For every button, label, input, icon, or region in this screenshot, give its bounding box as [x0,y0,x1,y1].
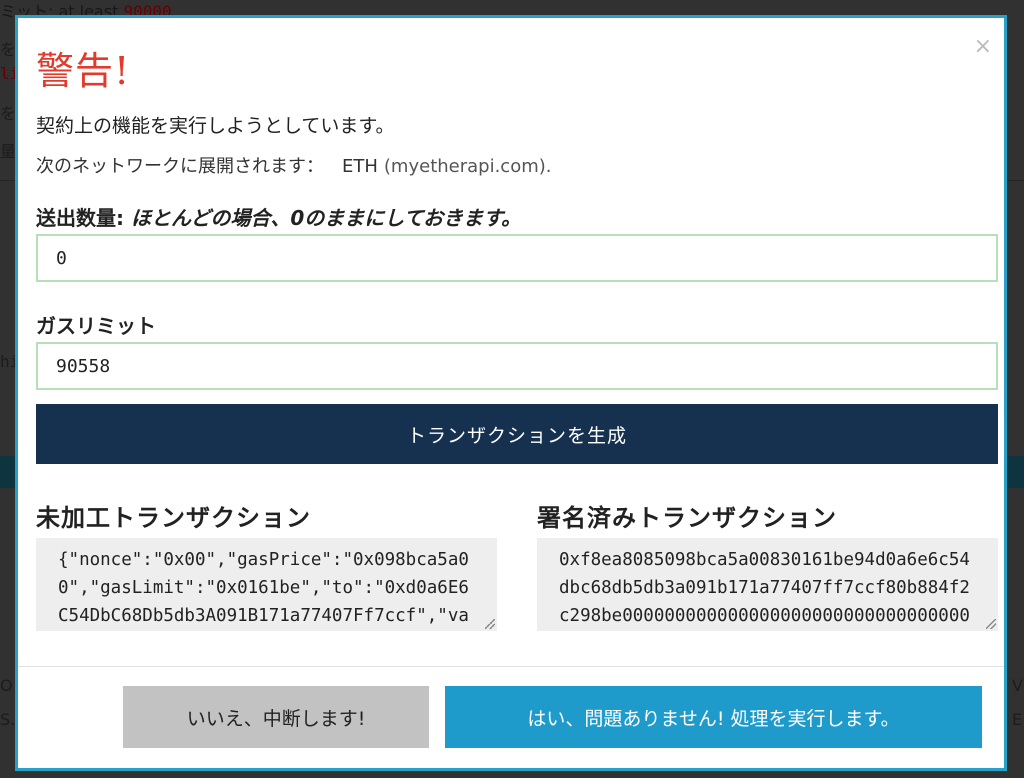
cancel-button[interactable]: いいえ、中断します! [123,686,429,748]
network-host: (myetherapi.com). [383,156,552,177]
signed-transaction-text: 0xf8ea8085098bca5a00830161be94d0a6e6c54d… [559,550,970,626]
close-icon[interactable]: × [974,36,992,58]
footer-divider [18,666,1004,667]
network-prefix: 次のネットワークに展開されます： [36,156,324,177]
network-info: 次のネットワークに展開されます： ETH (myetherapi.com). [36,152,552,178]
raw-transaction-label: 未加工トランザクション [36,504,311,532]
signed-transaction-textarea[interactable]: 0xf8ea8085098bca5a00830161be94d0a6e6c54d… [537,538,998,631]
modal-message: 契約上の機能を実行しようとしています。 [36,115,395,137]
raw-transaction-text: {"nonce":"0x00","gasPrice":"0x098bca5a00… [58,550,469,626]
gas-limit-label: ガスリミット [36,314,156,338]
gas-limit-input[interactable]: 90558 [36,342,998,390]
resize-handle-icon[interactable] [986,619,996,629]
confirm-button[interactable]: はい、問題ありません! 処理を実行します。 [445,686,982,748]
modal-title: 警告! [36,49,131,93]
resize-handle-icon[interactable] [485,619,495,629]
amount-input[interactable]: 0 [36,234,998,282]
generate-transaction-button[interactable]: トランザクションを生成 [36,404,998,464]
amount-label: 送出数量: ほとんどの場合、0のままにしておきます。 [36,206,522,230]
raw-transaction-textarea[interactable]: {"nonce":"0x00","gasPrice":"0x098bca5a00… [36,538,497,631]
amount-hint: ほとんどの場合、0のままにしておきます。 [130,206,522,230]
signed-transaction-label: 署名済みトランザクション [537,504,837,532]
warning-modal: × 警告! 契約上の機能を実行しようとしています。 次のネットワークに展開されま… [15,15,1007,771]
network-name: ETH [342,156,378,177]
